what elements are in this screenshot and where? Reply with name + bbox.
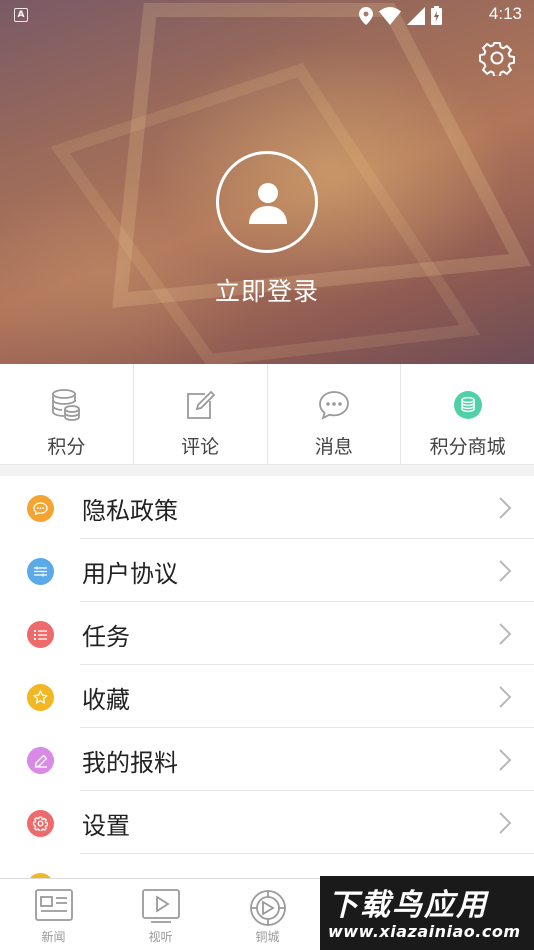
menu-list: 隐私政策 用户协议 任务 收藏 我的报料 设置 bbox=[0, 476, 534, 878]
gear-icon bbox=[479, 42, 515, 78]
app-notification-icon: A bbox=[14, 8, 28, 22]
menu-item-user-agreement[interactable]: 用户协议 bbox=[0, 539, 534, 602]
signal-icon bbox=[407, 6, 425, 25]
settings-icon bbox=[27, 810, 54, 837]
avatar-button[interactable] bbox=[216, 151, 318, 253]
menu-item-privacy-policy[interactable]: 隐私政策 bbox=[0, 476, 534, 539]
chevron-right-icon bbox=[499, 749, 512, 771]
chat-dots-icon bbox=[27, 495, 54, 522]
menu-item-label: 我的报料 bbox=[82, 749, 178, 777]
quick-action-label: 积分 bbox=[47, 436, 86, 458]
menu-item-label: 设置 bbox=[82, 812, 130, 840]
nav-tab-city[interactable]: 铜城 bbox=[214, 879, 321, 950]
battery-icon bbox=[431, 6, 442, 25]
menu-item-label: 隐私政策 bbox=[82, 497, 178, 525]
settings-button[interactable] bbox=[479, 40, 515, 78]
edit-icon bbox=[187, 390, 216, 419]
quick-action-messages[interactable]: 消息 bbox=[266, 364, 401, 464]
nav-tab-media[interactable]: 视听 bbox=[107, 879, 214, 950]
quick-actions: 积分 评论 消息 积分商城 bbox=[0, 364, 534, 465]
database-icon bbox=[52, 389, 81, 421]
menu-item-tasks[interactable]: 任务 bbox=[0, 602, 534, 665]
quick-action-comments[interactable]: 评论 bbox=[132, 364, 267, 464]
nav-tab-label: 新闻 bbox=[41, 930, 66, 944]
menu-item-favorites[interactable]: 收藏 bbox=[0, 665, 534, 728]
menu-item-partial[interactable] bbox=[0, 854, 534, 878]
status-bar: A 4:13 bbox=[0, 0, 534, 30]
city-emblem-icon bbox=[250, 890, 286, 926]
chat-bubble-icon bbox=[318, 391, 349, 420]
pencil-icon bbox=[27, 747, 54, 774]
watermark-title: 下载鸟应用 bbox=[328, 888, 488, 923]
quick-action-label: 积分商城 bbox=[429, 436, 506, 458]
nav-tab-label: 铜城 bbox=[255, 930, 280, 944]
list-icon bbox=[27, 621, 54, 648]
coin-stack-icon bbox=[453, 391, 482, 419]
quick-action-points[interactable]: 积分 bbox=[0, 364, 133, 464]
chevron-right-icon bbox=[499, 560, 512, 582]
menu-item-my-reports[interactable]: 我的报料 bbox=[0, 728, 534, 791]
quick-action-points-mall[interactable]: 积分商城 bbox=[400, 364, 534, 464]
watermark-url: www.xiazainiao.com bbox=[328, 922, 521, 941]
menu-item-label: 用户协议 bbox=[82, 560, 178, 588]
chevron-right-icon bbox=[499, 686, 512, 708]
profile-header: A 4:13 立即登录 bbox=[0, 0, 534, 364]
nav-tab-label: 视听 bbox=[148, 930, 173, 944]
wifi-icon bbox=[379, 6, 401, 25]
chevron-right-icon bbox=[499, 812, 512, 834]
menu-item-settings[interactable]: 设置 bbox=[0, 791, 534, 854]
newspaper-icon bbox=[35, 889, 73, 921]
quick-action-label: 消息 bbox=[314, 436, 353, 458]
status-time: 4:13 bbox=[488, 4, 522, 23]
chevron-right-icon bbox=[499, 623, 512, 645]
location-icon bbox=[359, 6, 373, 25]
login-link[interactable]: 立即登录 bbox=[0, 272, 534, 308]
play-icon bbox=[142, 889, 180, 923]
watermark-logo: 下载鸟应用 www.xiazainiao.com bbox=[320, 876, 534, 950]
nav-tab-news[interactable]: 新闻 bbox=[0, 879, 107, 950]
quick-action-label: 评论 bbox=[181, 436, 220, 458]
user-icon bbox=[249, 183, 287, 224]
chevron-right-icon bbox=[499, 497, 512, 519]
menu-item-label: 任务 bbox=[82, 623, 130, 651]
layers-icon bbox=[27, 558, 54, 585]
star-icon bbox=[27, 684, 54, 711]
menu-item-label: 收藏 bbox=[82, 686, 130, 714]
